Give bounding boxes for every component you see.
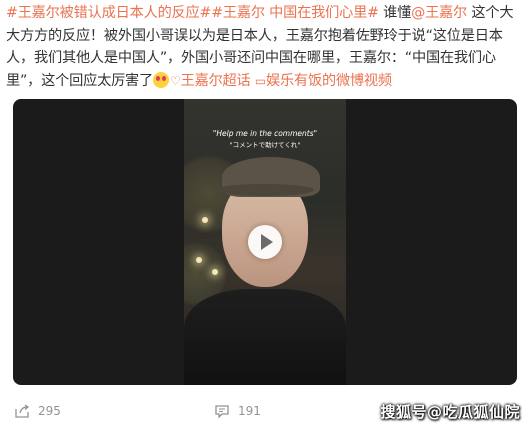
street-light-decoration <box>196 257 202 263</box>
video-caption-english: "Help me in the comments" <box>212 129 318 138</box>
video-link-icon: ▭ <box>254 73 266 88</box>
super-topic-icon: ♡ <box>170 73 181 88</box>
share-count: 295 <box>38 404 61 418</box>
comment-icon <box>215 405 229 419</box>
user-mention-link[interactable]: @王嘉尔 <box>411 5 467 21</box>
video-source-label: 娱乐有饭的微博视频 <box>266 72 392 89</box>
topic-tag-link[interactable]: #王嘉尔被错认成日本人的反应# <box>6 5 211 21</box>
comment-button[interactable]: 191 <box>214 403 261 419</box>
share-icon <box>15 404 30 418</box>
share-button[interactable]: 295 <box>14 403 61 419</box>
video-caption-japanese: "コメントで助けてくれ" <box>229 141 301 149</box>
video-player[interactable]: "Help me in the comments" "コメントで助けてくれ" <box>13 99 517 385</box>
street-light-decoration <box>212 269 218 275</box>
post-text-segment: 谁懂 <box>378 5 412 21</box>
love-face-emoji-icon <box>153 71 170 88</box>
topic-tag-link[interactable]: #王嘉尔 中国在我们心里# <box>211 5 379 21</box>
super-topic-label: 王嘉尔超话 <box>180 72 251 89</box>
video-source-link[interactable]: ▭娱乐有饭的微博视频 <box>255 73 392 89</box>
watermark: 搜狐号@吃瓜狐仙院 <box>380 403 520 421</box>
person-jacket <box>184 289 346 385</box>
comment-count: 191 <box>238 404 261 418</box>
post-text: #王嘉尔被错认成日本人的反应##王嘉尔 中国在我们心里# 谁懂@王嘉尔 这个大大… <box>6 2 518 92</box>
play-button[interactable] <box>248 225 282 259</box>
street-light-decoration <box>202 217 208 223</box>
person-cap-brim <box>214 184 314 196</box>
super-topic-link[interactable]: ♡王嘉尔超话 <box>170 73 251 89</box>
